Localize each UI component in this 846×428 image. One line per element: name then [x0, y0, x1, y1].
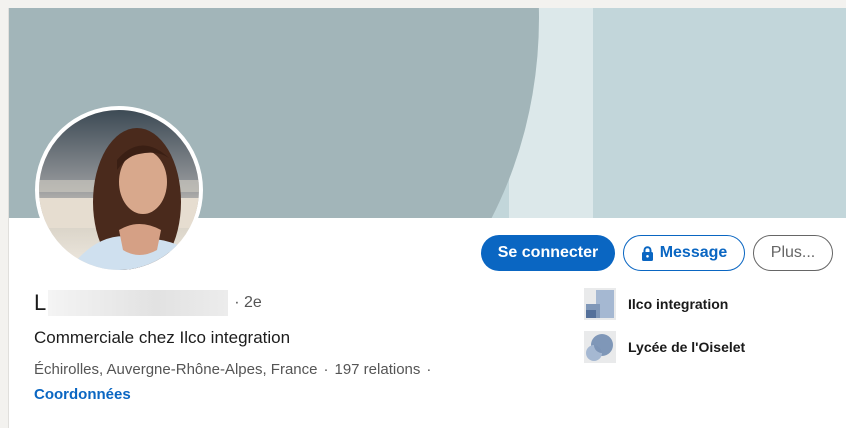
- profile-meta: Échirolles, Auvergne-Rhône-Alpes, France…: [34, 361, 431, 378]
- contact-info-link[interactable]: Coordonnées: [34, 386, 131, 403]
- education-name: Lycée de l'Oiselet: [628, 339, 746, 355]
- profile-card: Se connecter Message Plus... L · 2e Comm…: [8, 8, 846, 428]
- message-button[interactable]: Message: [623, 235, 745, 271]
- profile-headline: Commerciale chez Ilco integration: [34, 328, 291, 347]
- profile-avatar[interactable]: [35, 106, 203, 274]
- connect-button[interactable]: Se connecter: [481, 235, 615, 271]
- profile-actions: Se connecter Message Plus...: [481, 235, 833, 271]
- relations-count[interactable]: 197 relations: [334, 361, 420, 378]
- connection-degree: · 2e: [234, 294, 262, 311]
- meta-separator: ·: [426, 361, 432, 378]
- message-button-label: Message: [659, 244, 728, 261]
- profile-name: L: [34, 290, 47, 315]
- experience-name: Ilco integration: [628, 296, 729, 312]
- experience-item-lycee[interactable]: Lycée de l'Oiselet: [584, 331, 745, 363]
- experience-item-ilco[interactable]: Ilco integration: [584, 288, 728, 320]
- more-button[interactable]: Plus...: [753, 235, 833, 271]
- avatar-photo: [39, 110, 199, 270]
- profile-name-row: L · 2e: [34, 290, 262, 316]
- name-redaction: [48, 290, 229, 316]
- lock-icon: [641, 245, 653, 261]
- profile-location: Échirolles, Auvergne-Rhône-Alpes, France: [34, 361, 318, 378]
- school-logo-icon: [584, 331, 616, 363]
- company-logo-icon: [584, 288, 616, 320]
- meta-separator: ·: [323, 361, 329, 378]
